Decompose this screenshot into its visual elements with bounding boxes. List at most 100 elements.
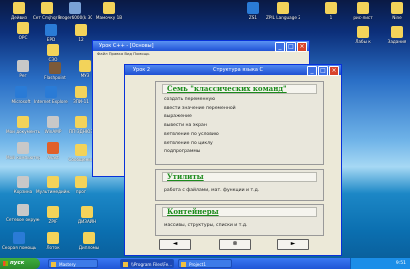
shortcut-icon xyxy=(13,232,25,244)
shortcut-icon xyxy=(357,26,369,38)
taskbar-item-label: \\Program Files\Fe... xyxy=(131,262,173,267)
desktop-icon-label: Рег xyxy=(19,73,27,78)
desktop-icon-label: ДИЗАЙН xyxy=(77,219,97,224)
desktop-icon[interactable]: Flashpoint xyxy=(38,62,72,80)
start-label: пуск xyxy=(10,260,25,266)
desktop-icon-label: Мой компьютер xyxy=(6,155,40,160)
section-heading: Контейнеры xyxy=(162,207,317,217)
shortcut-icon xyxy=(75,86,87,98)
close-icon[interactable]: × xyxy=(329,66,339,76)
desktop-icon-label: Proger6000(k 3074 1 m... xyxy=(58,15,92,20)
shortcut-icon xyxy=(49,62,61,74)
desktop-icon-label: ZPIF xyxy=(48,219,58,224)
shortcut-icon xyxy=(75,176,87,188)
shortcut-icon xyxy=(391,2,403,14)
desktop-icon-label: Корзина xyxy=(13,189,33,194)
desktop-icon[interactable]: Мамочку 1В xyxy=(92,2,126,20)
minimize-icon[interactable]: _ xyxy=(275,42,285,52)
desktop-icon[interactable]: СЗО xyxy=(36,44,70,62)
maximize-icon[interactable]: □ xyxy=(286,42,296,52)
shortcut-icon xyxy=(79,60,91,72)
shortcut-icon xyxy=(69,2,81,14)
shortcut-icon xyxy=(81,206,93,218)
window-title: Структура языка С xyxy=(213,67,264,73)
desktop-icon[interactable]: ZS1 xyxy=(236,2,270,20)
shortcut-icon xyxy=(103,2,115,14)
list-item: выражение xyxy=(164,114,192,120)
shortcut-icon xyxy=(325,2,337,14)
desktop-icon[interactable]: Internet Explorer xyxy=(34,86,68,104)
desktop-icon-label: Дипломы xyxy=(78,245,100,250)
desktop-icon-label: Internet Explorer xyxy=(34,99,68,104)
shortcut-icon xyxy=(41,2,53,14)
desktop-icon[interactable]: Мой компьютер xyxy=(6,142,40,160)
list-item: ввести значение переменной xyxy=(164,105,236,111)
desktop-icon[interactable]: Microsoft xyxy=(4,86,38,104)
list-item: работа с файлами, мат. функции и т.д. xyxy=(164,188,260,193)
clock: 9:51 xyxy=(395,261,406,266)
shortcut-icon xyxy=(75,24,87,36)
desktop-icon[interactable]: EPD xyxy=(34,24,68,42)
shortcut-icon xyxy=(47,176,59,188)
desktop-icon[interactable]: Лоток xyxy=(36,232,70,250)
shortcut-icon xyxy=(47,44,59,56)
shortcut-icon xyxy=(17,22,29,34)
next-button[interactable]: ► xyxy=(277,239,309,250)
desktop-icon-label: Лоток xyxy=(46,245,60,250)
shortcut-icon xyxy=(15,86,27,98)
start-button[interactable]: пуск xyxy=(0,258,40,269)
shortcut-icon xyxy=(47,116,59,128)
desktop-icon-label: Мои документы xyxy=(6,129,40,134)
desktop-icon-label: Сетевое окружение xyxy=(6,217,40,222)
list-item: ветвление по циклу xyxy=(164,140,213,146)
home-button[interactable]: ⊗ xyxy=(219,239,251,250)
section-containers: Контейнеры массивы, структуры, списки и … xyxy=(155,204,324,236)
back-window-titlebar[interactable]: Урок С++ - [Основы] _ □ × xyxy=(93,41,309,52)
desktop-icon[interactable]: Скорая помощь xyxy=(2,232,36,250)
desktop-icon[interactable]: Nine xyxy=(380,2,410,20)
shortcut-icon xyxy=(47,232,59,244)
desktop-icon[interactable]: Мои документы xyxy=(6,116,40,134)
taskbar-item[interactable]: \\Program Files\Fe... xyxy=(120,259,174,268)
taskbar-item[interactable]: Project1 xyxy=(178,259,232,268)
lesson-window-titlebar[interactable]: Урок 2 Структура языка С _ □ × xyxy=(125,65,341,76)
prev-button[interactable]: ◄ xyxy=(159,239,191,250)
section-items: массивы, структуры, списки и т.д. xyxy=(164,222,248,231)
desktop-icon-label: Мамочку 1В xyxy=(95,15,123,20)
taskbar-item-label: Mastery xyxy=(59,262,76,267)
section-heading: Утилиты xyxy=(162,172,317,182)
close-icon[interactable]: × xyxy=(297,42,307,52)
desktop-icon-label: Microsoft xyxy=(11,99,31,104)
desktop-icon[interactable]: Лабы к xyxy=(346,26,380,44)
shortcut-icon xyxy=(75,144,87,156)
taskbar-item[interactable]: Mastery xyxy=(48,259,98,268)
taskbar-item-label: Project1 xyxy=(189,262,206,267)
minimize-icon[interactable]: _ xyxy=(307,66,317,76)
desktop-icon-label: рис-лист xyxy=(353,15,373,20)
list-item: массивы, структуры, списки и т.д. xyxy=(164,223,248,228)
section-commands: Семь "классических команд" создать перем… xyxy=(155,81,324,165)
desktop-icon[interactable]: ZPIF xyxy=(36,206,70,224)
desktop-icon[interactable]: прог xyxy=(64,176,98,194)
desktop-icon[interactable]: Корзина xyxy=(6,176,40,194)
shortcut-icon xyxy=(17,176,29,188)
desktop-icon[interactable]: Proger6000(k 3074 1 m... xyxy=(58,2,92,20)
list-item: подпрограммы xyxy=(164,149,201,155)
shortcut-icon xyxy=(247,2,259,14)
desktop-icon[interactable]: ДИЗАЙН xyxy=(70,206,104,224)
desktop-icon-label: Nine xyxy=(392,15,402,20)
desktop-icon[interactable]: Дипломы xyxy=(72,232,106,250)
desktop-icon[interactable]: рис-лист xyxy=(346,2,380,20)
folder-icon xyxy=(51,262,56,267)
desktop-icon[interactable]: Задания xyxy=(380,26,410,44)
back-window-title: Урок С++ - [Основы] xyxy=(99,43,154,49)
desktop-icon[interactable]: ZPIL Language 2000 Отч... xyxy=(266,2,300,20)
shortcut-icon xyxy=(17,142,29,154)
shortcut-icon xyxy=(47,206,59,218)
shortcut-icon xyxy=(83,232,95,244)
desktop-icon[interactable]: 1 xyxy=(314,2,348,20)
lesson-window[interactable]: Урок 2 Структура языка С _ □ × Семь "кла… xyxy=(124,64,342,256)
desktop-icon[interactable]: Сетевое окружение xyxy=(6,204,40,222)
desktop-icon[interactable]: Рег xyxy=(6,60,40,78)
maximize-icon[interactable]: □ xyxy=(318,66,328,76)
